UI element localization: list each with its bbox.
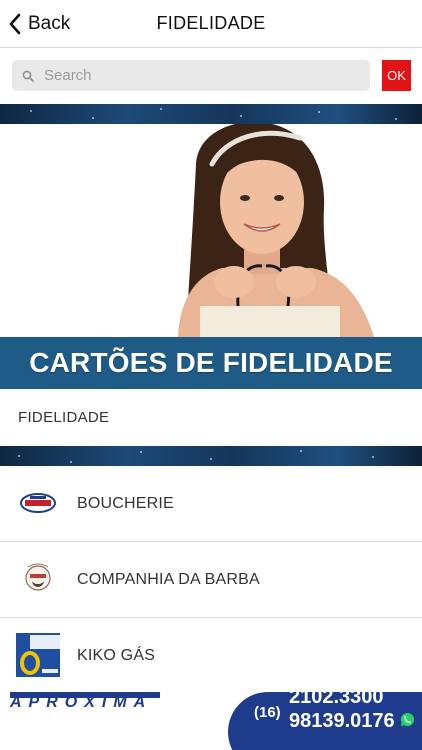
search-field[interactable] [12,60,370,91]
list-item-label: COMPANHIA DA BARBA [77,570,260,588]
page-title: FIDELIDADE [156,13,266,33]
girl-with-bag-photo [0,124,422,337]
search-bar: OK [0,48,422,104]
galaxy-strip-bottom [0,446,422,466]
banner-title-bar: CARTÕES DE FIDELIDADE [0,337,422,389]
search-icon [22,70,34,82]
banner-image [0,124,422,337]
list-item-label: KIKO GÁS [77,646,156,664]
list-item-companhia-da-barba[interactable]: COMPANHIA DA BARBA [0,542,422,618]
advertisement-banner[interactable]: APROXIMA (16) 2102.3300 98139.0176 [0,692,422,750]
list-item-label: BOUCHERIE [77,494,174,512]
boucherie-logo-icon [16,481,60,525]
ad-tagline: APROXIMA [10,694,153,711]
list-item-kiko-gas[interactable]: KIKO GÁS [0,618,422,694]
ad-phone-1: 2102.3300 [289,692,384,708]
whatsapp-icon [400,712,415,727]
ad-phone-2: 98139.0176 [289,710,395,732]
banner-title: CARTÕES DE FIDELIDADE [29,347,393,378]
list-item-boucherie[interactable]: BOUCHERIE [0,466,422,542]
ad-area-code: (16) [254,704,281,721]
section-label: FIDELIDADE [18,409,110,426]
navigation-bar: Back FIDELIDADE [0,0,422,48]
galaxy-strip-top [0,104,422,124]
search-input[interactable] [44,67,344,84]
companhia-da-barba-logo-icon [16,557,60,601]
store-list: BOUCHERIE COMPANHIA DA BARBA KIKO GÁS [0,466,422,694]
ok-button[interactable]: OK [382,60,411,91]
kiko-gas-logo-icon [16,633,60,677]
